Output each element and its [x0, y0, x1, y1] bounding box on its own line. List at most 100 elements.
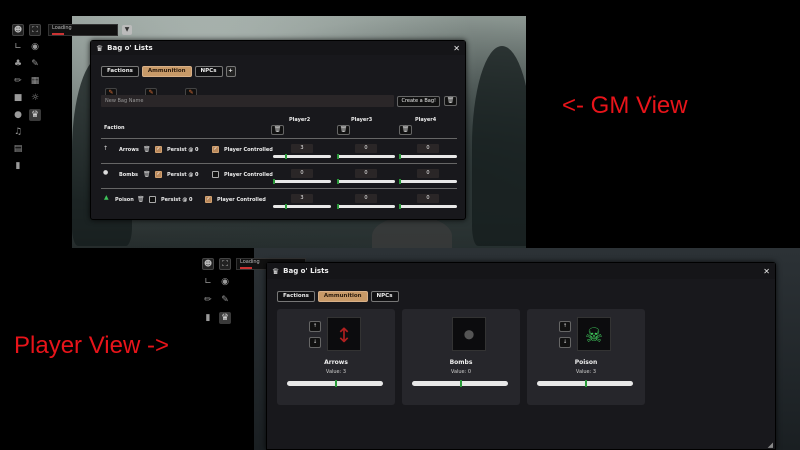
- trash-icon[interactable]: 🗑: [137, 196, 145, 203]
- trash-icon[interactable]: 🗑: [337, 125, 350, 135]
- slider-handle[interactable]: [337, 154, 339, 159]
- slider-handle[interactable]: [337, 179, 339, 184]
- bag-card: ↑ ↓ ↕ Arrows Value: 3: [277, 309, 395, 405]
- chevron-down-icon[interactable]: ▼: [122, 25, 132, 35]
- measure-icon[interactable]: ∟: [12, 41, 24, 53]
- value-slider[interactable]: [337, 204, 395, 209]
- slider-handle[interactable]: [399, 154, 401, 159]
- light-icon[interactable]: ☼: [29, 92, 41, 104]
- bag-icon[interactable]: ♛: [29, 109, 41, 121]
- trash-icon[interactable]: 🗑: [271, 125, 284, 135]
- notes-icon[interactable]: ■: [12, 92, 24, 104]
- fullscreen-icon[interactable]: ⛶: [219, 258, 231, 270]
- player-window-header[interactable]: ♛ Bag o' Lists ✕: [267, 263, 775, 279]
- value-field[interactable]: 0: [355, 144, 377, 153]
- gm-view-label: <- GM View: [562, 92, 688, 119]
- user-icon[interactable]: ☻: [202, 258, 214, 270]
- tab-factions[interactable]: Factions: [277, 291, 315, 302]
- measure-icon[interactable]: ∟: [202, 276, 214, 288]
- close-icon[interactable]: ✕: [763, 267, 770, 276]
- slider-handle[interactable]: [399, 179, 401, 184]
- decrement-button[interactable]: ↓: [309, 337, 321, 348]
- resize-handle-icon[interactable]: ◢: [768, 441, 773, 449]
- slider-handle[interactable]: [273, 179, 275, 184]
- player-view-label: Player View ->: [14, 332, 169, 359]
- player-controlled-label: Player Controlled: [217, 197, 266, 203]
- value-slider[interactable]: [287, 380, 383, 387]
- ruler-icon[interactable]: ✎: [219, 294, 231, 306]
- value-slider[interactable]: [337, 179, 395, 184]
- tab-npcs[interactable]: NPCs: [370, 291, 399, 302]
- player-controlled-checkbox[interactable]: [212, 171, 219, 178]
- target-icon[interactable]: ◉: [219, 276, 231, 288]
- value-slider[interactable]: [273, 204, 331, 209]
- new-bag-input[interactable]: New Bag Name: [101, 95, 395, 107]
- fullscreen-icon[interactable]: ⛶: [29, 24, 41, 36]
- wall-icon[interactable]: ▦: [29, 75, 41, 87]
- journal-icon[interactable]: ▤: [12, 143, 24, 155]
- draw-icon[interactable]: ✏: [202, 294, 214, 306]
- increment-button[interactable]: ↑: [559, 321, 571, 332]
- user-icon[interactable]: ☻: [12, 24, 24, 36]
- slider-handle[interactable]: [335, 380, 337, 387]
- value-field[interactable]: 0: [355, 194, 377, 203]
- value-slider[interactable]: [399, 154, 457, 159]
- value-field[interactable]: 3: [291, 194, 313, 203]
- tab-ammunition[interactable]: Ammunition: [141, 66, 192, 77]
- new-bag-row: New Bag Name Create a Bag! 🗑: [101, 95, 457, 107]
- persist-checkbox[interactable]: ✓: [155, 171, 162, 178]
- bookmark-icon[interactable]: ▮: [202, 312, 214, 324]
- add-tab-button[interactable]: +: [225, 66, 236, 77]
- trash-icon[interactable]: 🗑: [143, 146, 151, 153]
- lightbulb-icon[interactable]: ●: [12, 109, 24, 121]
- trash-icon[interactable]: 🗑: [143, 171, 151, 178]
- divider: [101, 163, 457, 164]
- value-slider[interactable]: [273, 179, 331, 184]
- target-icon[interactable]: ◉: [29, 41, 41, 53]
- close-icon[interactable]: ✕: [453, 44, 460, 53]
- bookmark-icon[interactable]: ▮: [12, 160, 24, 172]
- draw-icon[interactable]: ✏: [12, 75, 24, 87]
- value-field[interactable]: 3: [291, 144, 313, 153]
- card-value: Value: 3: [575, 369, 597, 375]
- create-bag-button[interactable]: Create a Bag!: [397, 95, 440, 107]
- slider-handle[interactable]: [337, 204, 339, 209]
- faction-name: Poison: [115, 197, 134, 203]
- value-slider[interactable]: [399, 204, 457, 209]
- value-field[interactable]: 0: [355, 169, 377, 178]
- player-controlled-checkbox[interactable]: ✓: [205, 196, 212, 203]
- value-field[interactable]: 0: [291, 169, 313, 178]
- value-field[interactable]: 0: [417, 194, 439, 203]
- music-icon[interactable]: ♫: [12, 126, 24, 138]
- value-slider[interactable]: [399, 179, 457, 184]
- value-field[interactable]: 0: [417, 144, 439, 153]
- persist-checkbox[interactable]: ✓: [155, 146, 162, 153]
- slider-handle[interactable]: [399, 204, 401, 209]
- slider-handle[interactable]: [585, 380, 587, 387]
- faction-name: Bombs: [119, 172, 139, 178]
- persist-checkbox[interactable]: [149, 196, 156, 203]
- value-slider[interactable]: [337, 154, 395, 159]
- gm-tabs: Factions Ammunition NPCs +: [101, 66, 239, 77]
- slider-handle[interactable]: [460, 380, 462, 387]
- trash-icon[interactable]: 🗑: [444, 96, 457, 106]
- tiles-icon[interactable]: ♣: [12, 58, 24, 70]
- slider-handle[interactable]: [284, 154, 287, 159]
- tab-npcs[interactable]: NPCs: [194, 66, 223, 77]
- faction-name: Arrows: [119, 147, 139, 153]
- trash-icon[interactable]: 🗑: [399, 125, 412, 135]
- increment-button[interactable]: ↑: [309, 321, 321, 332]
- tab-factions[interactable]: Factions: [101, 66, 139, 77]
- value-slider[interactable]: [273, 154, 331, 159]
- gm-window-header[interactable]: ♛ Bag o' Lists ✕: [91, 41, 465, 55]
- player-bag-window: ♛ Bag o' Lists ✕ Factions Ammunition NPC…: [266, 262, 776, 450]
- bag-icon[interactable]: ♛: [219, 312, 231, 324]
- ruler-icon[interactable]: ✎: [29, 58, 41, 70]
- slider-handle[interactable]: [284, 204, 287, 209]
- decrement-button[interactable]: ↓: [559, 337, 571, 348]
- value-field[interactable]: 0: [417, 169, 439, 178]
- value-slider[interactable]: [412, 380, 508, 387]
- value-slider[interactable]: [537, 380, 633, 387]
- player-controlled-checkbox[interactable]: ✓: [212, 146, 219, 153]
- tab-ammunition[interactable]: Ammunition: [317, 291, 368, 302]
